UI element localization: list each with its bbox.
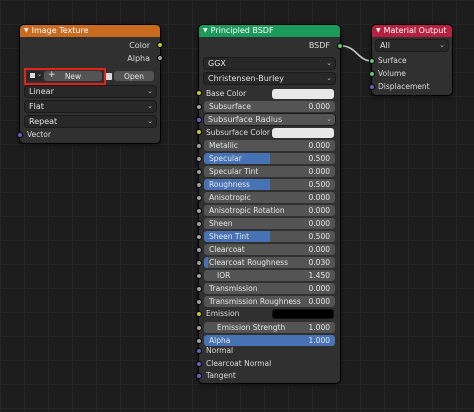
base-color-socket[interactable] [196,90,202,96]
folder-icon[interactable] [105,73,112,80]
sheen-field[interactable]: Sheen 0.000 [204,218,335,229]
chevron-down-icon: ⌄ [147,102,153,110]
image-texture-node[interactable]: ▼ Image Texture Color Alpha ⌄ + New Open… [20,25,160,143]
surface-label: Surface [378,56,407,65]
output-bsdf: BSDF [308,41,330,50]
material-output-node[interactable]: ▼ Material Output All ⌄ Surface Volume Di… [372,25,452,95]
subsurface-radius-socket[interactable] [196,117,202,123]
subsurface-color-socket[interactable] [196,129,202,135]
clearcoat-socket[interactable] [196,247,202,253]
chevron-down-icon: ⌄ [326,59,332,67]
alpha-output-socket[interactable] [157,55,163,61]
normal-label: Normal [206,346,234,355]
color-output-socket[interactable] [157,42,163,48]
output-color: Color [129,41,150,50]
subsurface-field[interactable]: Subsurface 0.000 [204,101,335,112]
specular-tint-field[interactable]: Specular Tint 0.000 [204,166,335,177]
base-color-label: Base Color [206,89,247,98]
projection-dropdown[interactable]: Flat ⌄ [25,101,156,112]
extension-dropdown[interactable]: Repeat ⌄ [25,116,156,127]
bsdf-output-socket[interactable] [337,43,343,49]
ior-socket[interactable] [196,273,202,279]
displacement-input-socket[interactable] [369,84,375,90]
anisotropic-socket[interactable] [196,195,202,201]
subsurface-color-label: Subsurface Color [206,128,270,137]
volume-label: Volume [378,69,406,78]
collapse-arrow-icon[interactable]: ▼ [203,25,208,37]
node-title: Image Texture [31,26,89,35]
principled-bsdf-node[interactable]: ▼ Principled BSDF BSDF GGX ⌄ Christensen-… [199,25,340,383]
chevron-down-icon: ⌄ [439,41,445,49]
emission-socket[interactable] [196,311,202,317]
specular-field[interactable]: Specular 0.500 [204,153,335,164]
output-header[interactable]: ▼ Material Output [372,25,452,37]
subsurface-socket[interactable] [196,104,202,110]
sheen-tint-field[interactable]: Sheen Tint 0.500 [204,231,335,242]
chevron-down-icon: ⌄ [147,117,153,125]
specular-tint-socket[interactable] [196,169,202,175]
subsurface-radius-dropdown[interactable]: Subsurface Radius ⌄ [204,114,335,125]
base-color-swatch[interactable] [272,89,334,99]
collapse-arrow-icon[interactable]: ▼ [376,25,381,37]
transmission-field[interactable]: Transmission 0.000 [204,283,335,294]
chevron-down-icon: ⌄ [326,115,332,123]
chevron-down-icon: ⌄ [147,87,153,95]
interpolation-dropdown[interactable]: Linear ⌄ [25,86,156,97]
sheen-tint-socket[interactable] [196,234,202,240]
node-title: Principled BSDF [210,26,274,35]
displacement-label: Displacement [378,82,430,91]
highlight-box [24,68,106,85]
metallic-field[interactable]: Metallic 0.000 [204,140,335,151]
alpha-socket[interactable] [196,338,202,344]
transmission-socket[interactable] [196,286,202,292]
image-texture-header[interactable]: ▼ Image Texture [20,25,160,37]
ior-field[interactable]: IOR 1.450 [204,270,335,281]
transmission-roughness-socket[interactable] [196,299,202,305]
chevron-down-icon: ⌄ [326,74,332,82]
emission-strength-socket[interactable] [196,325,202,331]
surface-input-socket[interactable] [369,58,375,64]
subsurface-color-swatch[interactable] [272,128,334,138]
vector-input-socket[interactable] [17,132,23,138]
anisotropic-field[interactable]: Anisotropic 0.000 [204,192,335,203]
specular-socket[interactable] [196,156,202,162]
transmission-roughness-field[interactable]: Transmission Roughness 0.000 [204,296,335,307]
anisotropic-rotation-field[interactable]: Anisotropic Rotation 0.000 [204,205,335,216]
emission-color-swatch[interactable] [272,309,334,319]
clearcoat-roughness-socket[interactable] [196,260,202,266]
open-image-button[interactable]: Open [114,71,154,81]
tangent-label: Tangent [206,371,236,380]
roughness-socket[interactable] [196,182,202,188]
anisotropic-rotation-socket[interactable] [196,208,202,214]
subsurface-method-dropdown[interactable]: Christensen-Burley ⌄ [204,73,335,84]
tangent-socket[interactable] [196,373,202,379]
bsdf-header[interactable]: ▼ Principled BSDF [199,25,340,37]
target-dropdown[interactable]: All ⌄ [376,40,448,51]
node-title: Material Output [383,26,447,35]
clearcoat-normal-label: Clearcoat Normal [206,359,272,368]
metallic-socket[interactable] [196,143,202,149]
clearcoat-field[interactable]: Clearcoat 0.000 [204,244,335,255]
sheen-socket[interactable] [196,221,202,227]
normal-socket[interactable] [196,348,202,354]
roughness-field[interactable]: Roughness 0.500 [204,179,335,190]
emission-label: Emission [206,309,240,318]
collapse-arrow-icon[interactable]: ▼ [24,25,29,37]
clearcoat-roughness-field[interactable]: Clearcoat Roughness 0.030 [204,257,335,268]
distribution-dropdown[interactable]: GGX ⌄ [204,58,335,69]
clearcoat-roughness-fill [204,257,208,268]
output-alpha: Alpha [127,54,150,63]
volume-input-socket[interactable] [369,71,375,77]
clearcoat-normal-socket[interactable] [196,361,202,367]
input-vector-label: Vector [27,130,51,139]
emission-strength-field[interactable]: Emission Strength 1.000 [204,322,335,333]
